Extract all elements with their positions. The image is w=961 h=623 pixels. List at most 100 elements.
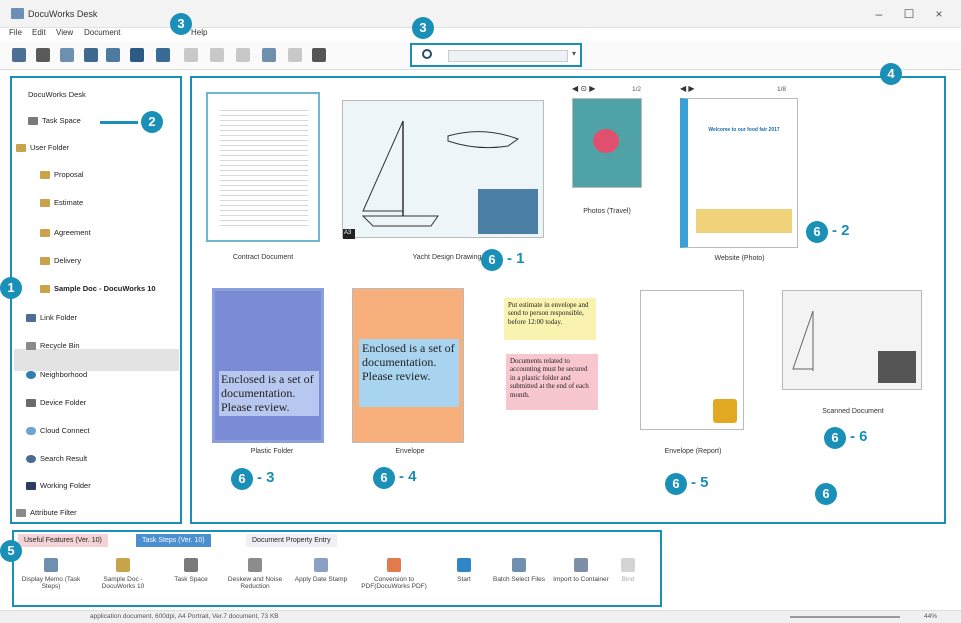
tab-document-property[interactable]: Document Property Entry bbox=[246, 534, 337, 547]
folder-icon bbox=[40, 171, 50, 180]
label-scanned: Scanned Document bbox=[822, 408, 884, 415]
folder-icon bbox=[40, 257, 50, 266]
document-area: Contract Document A3 Yacht Design Drawin… bbox=[190, 76, 946, 524]
doc-scanned[interactable] bbox=[782, 290, 922, 390]
photos-nav[interactable]: ◀ ⊙ ▶ bbox=[572, 84, 595, 93]
menu-help[interactable]: Help bbox=[191, 28, 207, 37]
callout-6: 6 bbox=[815, 483, 837, 505]
photos-page: 1/2 bbox=[632, 86, 642, 93]
tree-task-space[interactable]: Task Space bbox=[28, 116, 81, 126]
tool-import-container[interactable]: Import to Container bbox=[550, 558, 612, 583]
zoom-level: 44% bbox=[924, 613, 938, 620]
tree-sample-doc[interactable]: Sample Doc - DocuWorks 10 bbox=[40, 284, 156, 294]
folder-icon bbox=[116, 558, 130, 572]
a3-tag: A3 bbox=[344, 230, 352, 236]
doc-website[interactable]: Welcome to our food fair 2017 bbox=[680, 98, 798, 248]
tool-display-memo[interactable]: Display Memo (Task Steps) bbox=[20, 558, 82, 590]
tree-attribute-filter[interactable]: Attribute Filter bbox=[16, 508, 77, 518]
tool-bind[interactable]: Bind bbox=[606, 558, 650, 583]
print-icon[interactable] bbox=[36, 48, 50, 62]
website-nav[interactable]: ◀ ▶ bbox=[680, 84, 695, 93]
tab-task-steps[interactable]: Task Steps (Ver. 10) bbox=[136, 534, 211, 547]
share-icon[interactable] bbox=[236, 48, 250, 62]
task-space-icon bbox=[184, 558, 198, 572]
tree-neighborhood[interactable]: Neighborhood bbox=[26, 370, 87, 380]
zoom-icon[interactable] bbox=[130, 48, 144, 62]
close-button[interactable]: × bbox=[928, 6, 950, 22]
deskew-icon bbox=[248, 558, 262, 572]
tree-search-result[interactable]: Search Result bbox=[26, 454, 87, 464]
tree-recycle-bin[interactable]: Recycle Bin bbox=[26, 341, 80, 351]
viewer-icon[interactable] bbox=[84, 48, 98, 62]
globe-icon bbox=[26, 371, 36, 380]
callout-6-3: 6 bbox=[231, 468, 253, 490]
doc-envelope-report[interactable] bbox=[640, 290, 744, 430]
open-icon[interactable] bbox=[12, 48, 26, 62]
chevron-down-icon[interactable]: ▾ bbox=[572, 49, 576, 58]
doc-envelope[interactable]: Enclosed is a set of documentation. Plea… bbox=[352, 288, 464, 443]
sticky-yellow[interactable]: Put estimate in envelope and send to per… bbox=[504, 298, 596, 340]
tool-deskew[interactable]: Deskew and Noise Reduction bbox=[224, 558, 286, 590]
back-icon[interactable] bbox=[262, 48, 276, 62]
menu-view[interactable]: View bbox=[56, 28, 73, 37]
tool-conversion-pdf[interactable]: Conversion to PDF(DocuWorks PDF) bbox=[354, 558, 434, 590]
tree-desk[interactable]: DocuWorks Desk bbox=[28, 90, 86, 99]
minimize-button[interactable]: – bbox=[868, 6, 890, 22]
envelope-note: Enclosed is a set of documentation. Plea… bbox=[359, 339, 459, 407]
pdf-icon bbox=[387, 558, 401, 572]
play-icon bbox=[457, 558, 471, 572]
selected-row bbox=[14, 349, 179, 371]
title-bar: DocuWorks Desk – ☐ × bbox=[0, 0, 961, 28]
tree-user-folder[interactable]: User Folder bbox=[16, 143, 69, 153]
maximize-button[interactable]: ☐ bbox=[898, 6, 920, 22]
callout-1: 1 bbox=[0, 277, 22, 299]
tree-delivery[interactable]: Delivery bbox=[40, 256, 81, 266]
callout-6-1: 6 bbox=[481, 249, 503, 271]
tool-task-space[interactable]: Task Space bbox=[160, 558, 222, 583]
callout-4: 4 bbox=[880, 63, 902, 85]
doc-photos[interactable] bbox=[572, 98, 642, 188]
copy-icon[interactable] bbox=[210, 48, 224, 62]
zoom-slider[interactable] bbox=[790, 616, 900, 618]
forward-icon[interactable] bbox=[288, 48, 302, 62]
menu-document[interactable]: Document bbox=[84, 28, 120, 37]
doc-plastic-folder[interactable]: Enclosed is a set of documentation. Plea… bbox=[212, 288, 324, 443]
split-view-icon[interactable] bbox=[106, 48, 120, 62]
label-photos: Photos (Travel) bbox=[583, 208, 631, 215]
tree-device-folder[interactable]: Device Folder bbox=[26, 398, 86, 408]
lock-icon bbox=[713, 399, 737, 423]
tree-estimate[interactable]: Estimate bbox=[40, 198, 83, 208]
tree-cloud-connect[interactable]: Cloud Connect bbox=[26, 426, 90, 436]
callout-6-2-label: - 2 bbox=[832, 222, 850, 239]
menu-file[interactable]: File bbox=[9, 28, 22, 37]
doc-yacht[interactable]: A3 bbox=[342, 100, 544, 239]
task-space-icon bbox=[28, 117, 38, 126]
stamp-icon[interactable] bbox=[184, 48, 198, 62]
doc-contract[interactable] bbox=[206, 92, 320, 242]
callout-6-5: 6 bbox=[665, 473, 687, 495]
label-envelope: Envelope bbox=[395, 448, 425, 455]
flower-photo bbox=[593, 129, 619, 153]
bind-icon[interactable] bbox=[156, 48, 170, 62]
tree-working-folder[interactable]: Working Folder bbox=[26, 481, 91, 491]
bind-icon bbox=[621, 558, 635, 572]
tool-start[interactable]: Start bbox=[442, 558, 486, 583]
tool-panel: Useful Features (Ver. 10) Task Steps (Ve… bbox=[12, 530, 662, 607]
menu-edit[interactable]: Edit bbox=[32, 28, 46, 37]
new-document-icon[interactable] bbox=[60, 48, 74, 62]
tool-sample-doc[interactable]: Sample Doc - DocuWorks 10 bbox=[92, 558, 154, 590]
up-folder-icon[interactable] bbox=[312, 48, 326, 62]
website-heading: Welcome to our food fair 2017 bbox=[708, 127, 780, 133]
filter-icon bbox=[16, 509, 26, 518]
search-box[interactable]: ▾ bbox=[410, 43, 582, 67]
tool-batch-select[interactable]: Batch Select Files bbox=[488, 558, 550, 583]
sticky-pink[interactable]: Documents related to accounting must be … bbox=[506, 354, 598, 410]
tool-date-stamp[interactable]: Apply Date Stamp bbox=[290, 558, 352, 583]
search-icon bbox=[422, 49, 432, 59]
tree-proposal[interactable]: Proposal bbox=[40, 170, 84, 180]
tree-agreement[interactable]: Agreement bbox=[40, 228, 91, 238]
tree-link-folder[interactable]: Link Folder bbox=[26, 313, 77, 323]
tab-useful-features[interactable]: Useful Features (Ver. 10) bbox=[18, 534, 108, 547]
search-input[interactable] bbox=[448, 50, 568, 62]
callout-6-3-label: - 3 bbox=[257, 469, 275, 486]
